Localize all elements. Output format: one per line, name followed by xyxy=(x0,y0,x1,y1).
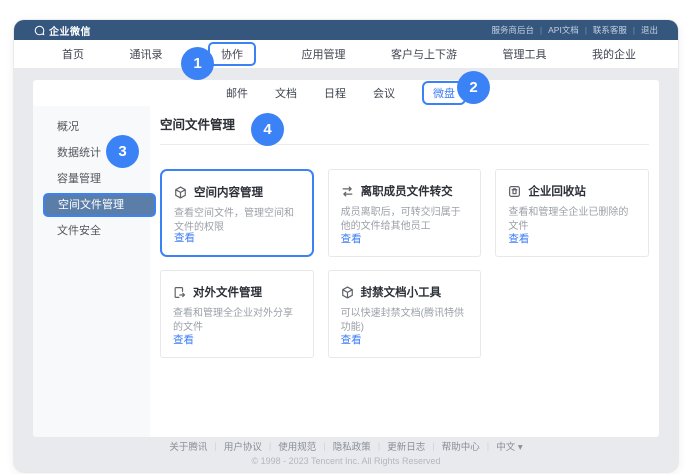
page-title: 空间文件管理 xyxy=(160,111,649,144)
footer: 关于腾讯 | 用户协议 | 使用规范 | 隐私政策 | 更新日志 | 帮助中心 … xyxy=(14,439,678,466)
card-title: 企业回收站 xyxy=(528,183,586,199)
content-area: 空间文件管理 空间内容管理 查看空间文件，管理空间和文件的权 xyxy=(150,106,659,437)
main-panel: 邮件 文档 日程 会议 微盘 概况 数据统计 容量管理 空间文件管理 文件安全 xyxy=(33,80,659,437)
nav-customers[interactable]: 客户与上下游 xyxy=(391,46,457,62)
empty-grid-cell xyxy=(495,270,649,358)
screenshot-stage: 企业微信 服务商后台 | API文档 | 联系客服 | 退出 首页 通讯录 协作… xyxy=(0,0,692,474)
chat-bubble-icon xyxy=(34,25,45,36)
separator: | xyxy=(269,441,271,452)
nav-app-management[interactable]: 应用管理 xyxy=(302,46,346,62)
separator: | xyxy=(585,26,587,35)
separator: | xyxy=(487,441,489,452)
footer-link-user-agreement[interactable]: 用户协议 xyxy=(224,439,262,453)
card-external-file-management[interactable]: 对外文件管理 查看和管理全企业对外分享的文件 查看 xyxy=(160,270,314,358)
card-departed-member-file-transfer[interactable]: 离职成员文件转交 成员离职后，可转交归属于他的文件给其他员工 查看 xyxy=(328,169,482,257)
separator: | xyxy=(633,26,635,35)
view-link[interactable]: 查看 xyxy=(341,231,362,246)
subtab-mail[interactable]: 邮件 xyxy=(226,85,248,101)
separator: | xyxy=(540,26,542,35)
card-title: 封禁文档小工具 xyxy=(361,284,442,300)
nav-home[interactable]: 首页 xyxy=(62,46,84,62)
topbar-links: 服务商后台 | API文档 | 联系客服 | 退出 xyxy=(492,24,658,36)
sidebar-item-file-security[interactable]: 文件安全 xyxy=(33,218,150,244)
view-link[interactable]: 查看 xyxy=(173,332,194,347)
nav-contacts[interactable]: 通讯录 xyxy=(130,46,163,62)
card-desc: 查看和管理全企业已删除的文件 xyxy=(508,206,636,234)
separator: | xyxy=(432,441,434,452)
card-space-content-management[interactable]: 空间内容管理 查看空间文件，管理空间和文件的权限 查看 xyxy=(160,169,314,257)
footer-link-changelog[interactable]: 更新日志 xyxy=(387,439,425,453)
topbar-link-provider[interactable]: 服务商后台 xyxy=(492,24,535,36)
title-divider xyxy=(160,144,649,145)
nav-collaboration[interactable]: 协作 xyxy=(208,42,256,66)
sidebar-item-capacity[interactable]: 容量管理 xyxy=(33,166,150,192)
card-desc: 查看和管理全企业对外分享的文件 xyxy=(173,307,301,335)
card-company-recycle-bin[interactable]: 企业回收站 查看和管理全企业已删除的文件 查看 xyxy=(495,169,649,257)
footer-link-about-tencent[interactable]: 关于腾讯 xyxy=(169,439,207,453)
sidebar-item-overview[interactable]: 概况 xyxy=(33,114,150,140)
step-badge-2: 2 xyxy=(457,71,490,104)
topbar-link-api-docs[interactable]: API文档 xyxy=(548,24,579,36)
feature-card-grid: 空间内容管理 查看空间文件，管理空间和文件的权限 查看 xyxy=(160,169,649,358)
footer-link-help-center[interactable]: 帮助中心 xyxy=(442,439,480,453)
wecom-logo[interactable]: 企业微信 xyxy=(34,23,91,38)
topbar-link-logout[interactable]: 退出 xyxy=(641,24,658,36)
share-doc-icon xyxy=(173,286,186,299)
card-desc: 成员离职后，可转交归属于他的文件给其他员工 xyxy=(341,206,469,234)
copyright-text: © 1998 - 2023 Tencent Inc. All Rights Re… xyxy=(14,456,678,466)
transfer-icon xyxy=(341,185,354,198)
collab-subtabs: 邮件 文档 日程 会议 微盘 xyxy=(33,80,659,106)
separator: | xyxy=(214,441,216,452)
sidebar-item-space-file-management[interactable]: 空间文件管理 xyxy=(43,193,156,217)
step-badge-3: 3 xyxy=(106,135,139,168)
topbar-link-support[interactable]: 联系客服 xyxy=(593,24,627,36)
main-nav: 首页 通讯录 协作 应用管理 客户与上下游 管理工具 我的企业 xyxy=(14,40,678,68)
footer-link-privacy-policy[interactable]: 隐私政策 xyxy=(333,439,371,453)
cube-icon xyxy=(174,186,187,199)
footer-link-usage-rules[interactable]: 使用规范 xyxy=(278,439,316,453)
subtab-meeting[interactable]: 会议 xyxy=(373,85,395,101)
view-link[interactable]: 查看 xyxy=(341,332,362,347)
step-badge-1: 1 xyxy=(181,47,214,80)
app-body: 邮件 文档 日程 会议 微盘 概况 数据统计 容量管理 空间文件管理 文件安全 xyxy=(14,68,678,472)
card-title: 空间内容管理 xyxy=(194,184,263,200)
logo-text: 企业微信 xyxy=(49,23,91,38)
subtab-calendar[interactable]: 日程 xyxy=(324,85,346,101)
card-title: 对外文件管理 xyxy=(193,284,262,300)
card-block-doc-tool[interactable]: 封禁文档小工具 可以快速封禁文档(腾讯特供功能) 查看 xyxy=(328,270,482,358)
top-bar: 企业微信 服务商后台 | API文档 | 联系客服 | 退出 xyxy=(14,20,678,40)
view-link[interactable]: 查看 xyxy=(174,230,195,245)
footer-links: 关于腾讯 | 用户协议 | 使用规范 | 隐私政策 | 更新日志 | 帮助中心 … xyxy=(14,439,678,453)
recycle-bin-icon xyxy=(508,185,521,198)
footer-language-selector[interactable]: 中文 ▾ xyxy=(496,439,522,453)
separator: | xyxy=(378,441,380,452)
step-badge-4: 4 xyxy=(251,113,284,146)
view-link[interactable]: 查看 xyxy=(508,231,529,246)
separator: | xyxy=(323,441,325,452)
subtab-docs[interactable]: 文档 xyxy=(275,85,297,101)
nav-admin-tools[interactable]: 管理工具 xyxy=(503,46,547,62)
ban-doc-icon xyxy=(341,286,354,299)
card-desc: 可以快速封禁文档(腾讯特供功能) xyxy=(341,307,469,335)
card-title: 离职成员文件转交 xyxy=(361,183,453,199)
app-window: 企业微信 服务商后台 | API文档 | 联系客服 | 退出 首页 通讯录 协作… xyxy=(14,20,678,472)
nav-my-company[interactable]: 我的企业 xyxy=(592,46,636,62)
